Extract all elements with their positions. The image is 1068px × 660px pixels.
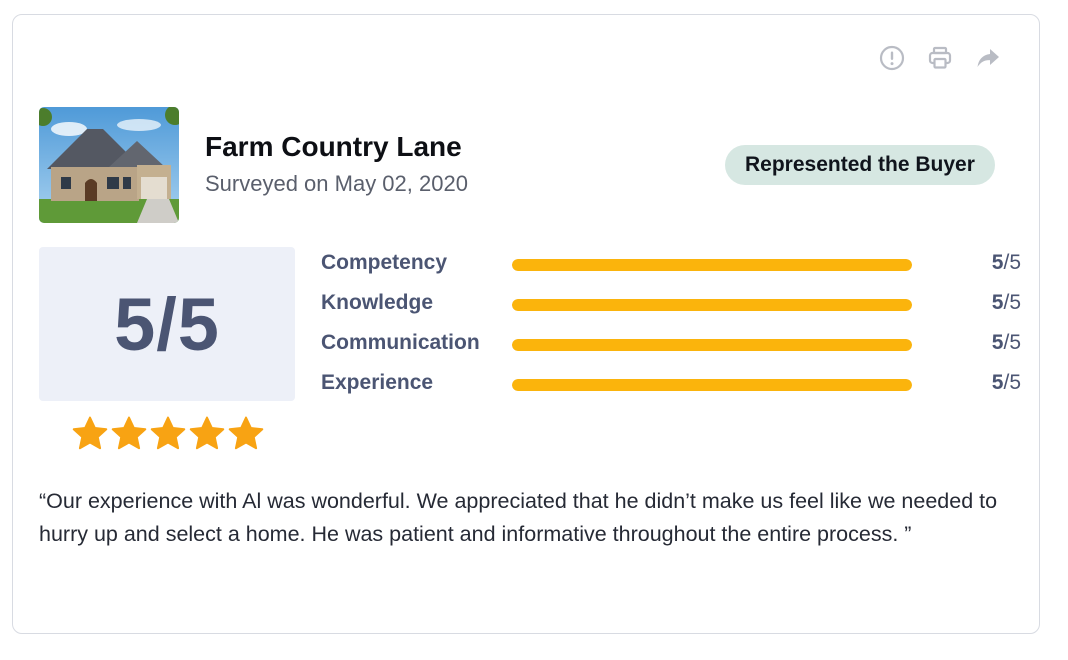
overall-score-box: 5/5 xyxy=(39,247,295,401)
rating-label: Experience xyxy=(321,371,434,394)
property-thumbnail[interactable] xyxy=(39,107,179,223)
rating-bar-fill xyxy=(512,339,912,351)
rating-row-knowledge: Knowledge 5/5 xyxy=(321,289,1021,329)
rating-label: Communication xyxy=(321,331,480,354)
rating-max: /5 xyxy=(1003,371,1021,394)
rating-row-communication: Communication 5/5 xyxy=(321,329,1021,369)
survey-date: Surveyed on May 02, 2020 xyxy=(205,171,468,196)
property-title: Farm Country Lane xyxy=(205,131,462,162)
rating-score: 5 xyxy=(991,291,1004,314)
report-button[interactable] xyxy=(877,43,907,73)
house-image xyxy=(39,107,179,223)
star-icon xyxy=(150,416,186,450)
represented-badge: Represented the Buyer xyxy=(725,145,995,185)
star-rating xyxy=(71,415,265,453)
overall-score: 5/5 xyxy=(114,282,220,366)
report-icon xyxy=(879,45,905,71)
rating-max: /5 xyxy=(1003,331,1021,354)
rating-label: Knowledge xyxy=(321,291,434,314)
rating-bar-track xyxy=(512,379,912,391)
rating-bar-track xyxy=(512,259,912,271)
print-button[interactable] xyxy=(925,43,955,73)
rating-row-competency: Competency 5/5 xyxy=(321,249,1021,289)
review-quote: “Our experience with Al was wonderful. W… xyxy=(39,489,998,546)
star-icon xyxy=(72,416,108,450)
star-icon xyxy=(111,416,147,450)
star-icon xyxy=(189,416,225,450)
rating-bar-track xyxy=(512,299,912,311)
share-icon xyxy=(977,49,999,67)
review-card: Farm Country Lane Surveyed on May 02, 20… xyxy=(12,14,1040,634)
share-button[interactable] xyxy=(973,43,1003,73)
rating-value: 5/5 xyxy=(992,251,1021,275)
rating-breakdown: Competency 5/5 Knowledge 5/5 Communication 5/… xyxy=(321,249,1021,409)
rating-bar-fill xyxy=(512,299,912,311)
rating-bar-fill xyxy=(512,379,912,391)
rating-bar-track xyxy=(512,339,912,351)
rating-max: /5 xyxy=(1003,251,1021,274)
rating-bar-fill xyxy=(512,259,912,271)
rating-score: 5 xyxy=(991,371,1004,394)
card-toolbar xyxy=(877,43,1003,73)
rating-value: 5/5 xyxy=(992,331,1021,355)
print-icon xyxy=(928,46,952,69)
rating-max: /5 xyxy=(1003,291,1021,314)
rating-score: 5 xyxy=(991,251,1004,274)
rating-row-experience: Experience 5/5 xyxy=(321,369,1021,409)
rating-label: Competency xyxy=(321,251,448,274)
rating-value: 5/5 xyxy=(992,371,1021,395)
star-icon xyxy=(228,416,264,450)
rating-score: 5 xyxy=(991,331,1004,354)
rating-value: 5/5 xyxy=(992,291,1021,315)
